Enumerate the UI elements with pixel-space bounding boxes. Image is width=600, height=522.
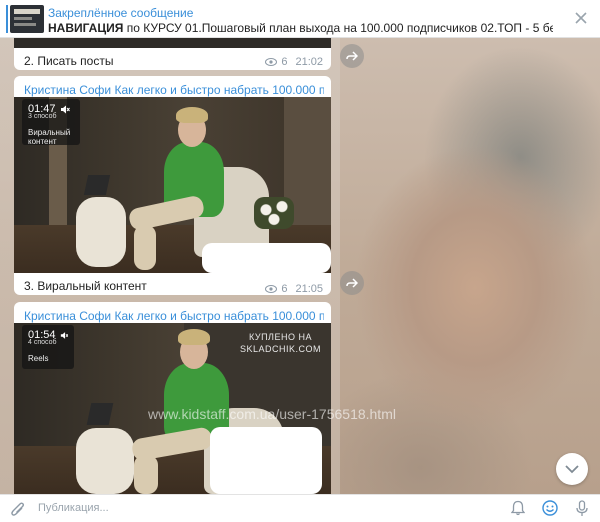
pinned-thumbnail bbox=[10, 5, 44, 33]
emoji-icon[interactable] bbox=[542, 500, 558, 516]
microphone-icon[interactable] bbox=[576, 500, 588, 517]
watermark-line-1: КУПЛЕНО НА bbox=[249, 332, 312, 342]
composer-bar bbox=[0, 494, 600, 522]
pinned-text-rest: по КУРСУ 01.Пошаговый план выхода на 100… bbox=[126, 21, 553, 35]
bell-icon[interactable] bbox=[511, 500, 525, 516]
message-2-video-title: Виральный контент bbox=[28, 128, 71, 146]
message-1-caption: 2. Писать посты bbox=[24, 54, 114, 68]
chevron-down-icon bbox=[565, 464, 579, 473]
message-1-time: 21:02 bbox=[295, 56, 323, 68]
close-icon[interactable] bbox=[574, 11, 588, 25]
pinned-title: Закреплённое сообщение bbox=[48, 6, 194, 20]
muted-speaker-icon[interactable] bbox=[60, 331, 68, 340]
message-2-time: 21:05 bbox=[295, 283, 323, 295]
message-2-author[interactable]: Кристина Софи Как легко и быстро набрать… bbox=[24, 83, 324, 97]
purchase-watermark: КУПЛЕНО НА SKLADCHIK.COM bbox=[240, 331, 321, 355]
message-2-views: 6 bbox=[281, 283, 288, 295]
message-1-video-bottom[interactable] bbox=[14, 38, 331, 48]
message-bubble-2[interactable]: Кристина Софи Как легко и быстро набрать… bbox=[14, 76, 331, 295]
pinned-accent-bar bbox=[6, 5, 8, 33]
scroll-to-bottom-button[interactable] bbox=[556, 453, 588, 485]
message-2-video-label: 01:47 3 способ Виральный контент bbox=[22, 99, 80, 146]
paperclip-icon[interactable] bbox=[10, 500, 26, 518]
forward-icon bbox=[346, 278, 358, 288]
eye-icon bbox=[265, 285, 278, 293]
message-bubble-1[interactable]: 2. Писать посты 6 21:02 bbox=[14, 38, 331, 70]
site-watermark: www.kidstaff.com.ua/user-1756518.html bbox=[148, 406, 396, 422]
forward-button-2[interactable] bbox=[340, 271, 364, 295]
message-2-caption: 3. Виральный контент bbox=[24, 279, 147, 293]
message-input[interactable] bbox=[38, 498, 478, 518]
message-3-video-label: 01:54 4 способ Reels bbox=[22, 325, 74, 369]
watermark-line-2: SKLADCHIK.COM bbox=[239, 344, 321, 354]
message-1-views: 6 bbox=[281, 56, 288, 68]
message-bubble-3[interactable]: Кристина Софи Как легко и быстро набрать… bbox=[14, 302, 331, 494]
pinned-text-bold: НАВИГАЦИЯ bbox=[48, 21, 124, 35]
message-3-author[interactable]: Кристина Софи Как легко и быстро набрать… bbox=[24, 309, 324, 323]
message-1-meta: 6 21:02 bbox=[265, 56, 323, 68]
message-2-video[interactable]: 01:47 3 способ Виральный контент bbox=[14, 97, 331, 273]
muted-speaker-icon[interactable] bbox=[60, 105, 70, 114]
message-2-meta: 6 21:05 bbox=[265, 283, 323, 295]
forward-button-1[interactable] bbox=[340, 44, 364, 68]
pinned-message-bar[interactable]: Закреплённое сообщение НАВИГАЦИЯ по КУРС… bbox=[0, 0, 600, 38]
message-2-video-sub: 3 способ bbox=[28, 113, 57, 120]
message-3-video-title: Reels bbox=[28, 354, 49, 363]
message-3-video-sub: 4 способ bbox=[28, 339, 57, 346]
eye-icon bbox=[265, 58, 278, 66]
forward-icon bbox=[346, 51, 358, 61]
pinned-text: НАВИГАЦИЯ по КУРСУ 01.Пошаговый план вых… bbox=[48, 21, 553, 35]
